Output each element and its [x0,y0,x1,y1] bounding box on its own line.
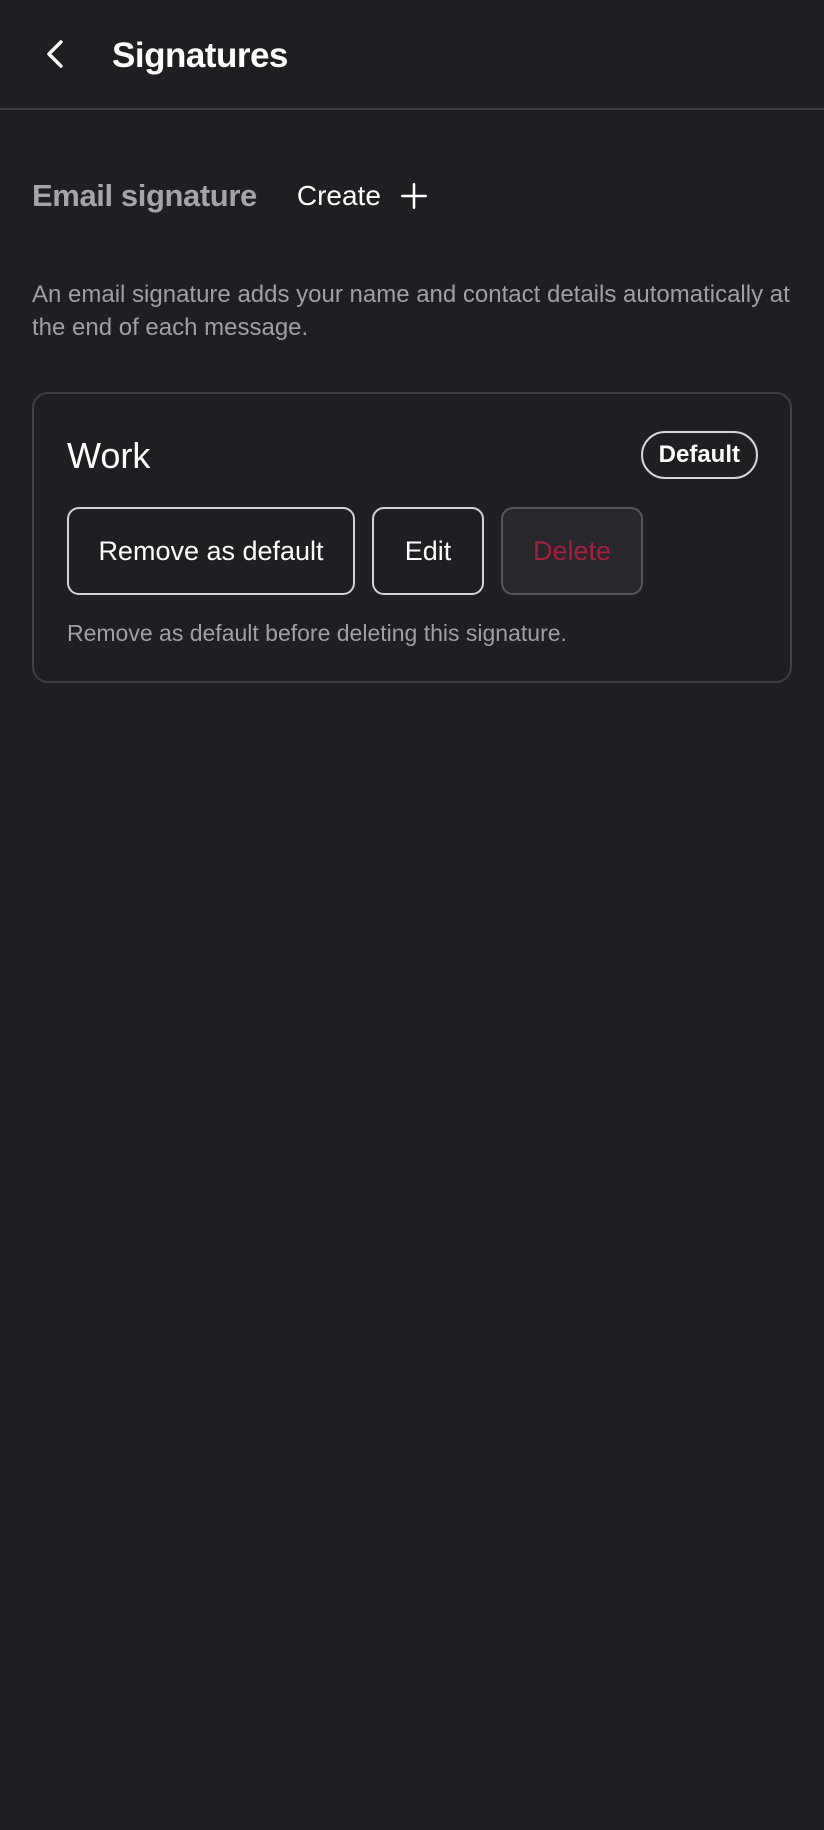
delete-button: Delete [501,507,643,595]
section-description: An email signature adds your name and co… [32,281,790,341]
plus-icon [399,181,429,211]
signature-actions: Remove as default Edit Delete [67,507,660,595]
app-header: Signatures [0,0,824,110]
create-label: Create [296,180,381,211]
delete-hint: Remove as default before deleting this s… [67,620,567,646]
signature-name: Work [67,435,151,476]
create-signature-button[interactable]: Create [297,180,429,212]
signature-card: Work Default Remove as default Edit Dele… [32,392,792,683]
chevron-left-icon [47,40,63,68]
section-title: Email signature [32,178,257,213]
back-button[interactable] [28,26,84,82]
edit-button[interactable]: Edit [372,507,484,595]
page-title: Signatures [112,36,288,75]
section-header: Email signature Create [32,170,429,222]
default-badge: Default [640,431,758,479]
remove-as-default-button[interactable]: Remove as default [67,507,355,595]
